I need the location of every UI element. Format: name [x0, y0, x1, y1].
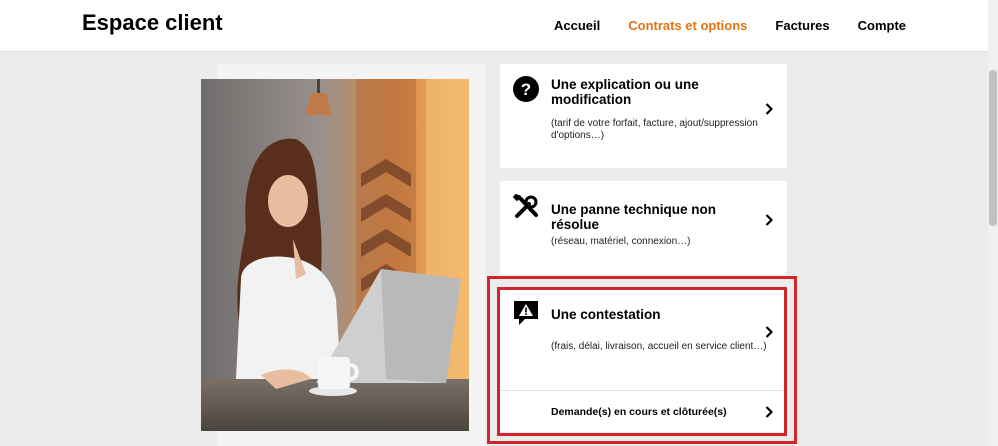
- chevron-right-icon: [765, 103, 773, 115]
- card-description: (réseau, matériel, connexion…): [551, 236, 691, 247]
- woman-laptop-photo: [201, 79, 469, 431]
- card-panne-technique[interactable]: Une panne technique non résolue (réseau,…: [500, 181, 787, 275]
- nav-item-accueil[interactable]: Accueil: [554, 18, 600, 33]
- svg-text:?: ?: [521, 80, 531, 99]
- page-title: Espace client: [82, 10, 223, 35]
- nav-item-compte[interactable]: Compte: [858, 18, 906, 33]
- nav-item-factures[interactable]: Factures: [775, 18, 829, 33]
- card-explication[interactable]: ? Une explication ou une modification (t…: [500, 64, 787, 168]
- card-description: (tarif de votre forfait, facture, ajout/…: [551, 118, 758, 141]
- card-title: Une explication ou une modification: [551, 77, 699, 107]
- tools-icon: [513, 194, 538, 218]
- question-circle-icon: ?: [513, 76, 539, 102]
- page-scrollbar[interactable]: [988, 0, 998, 446]
- main-nav: Accueil Contrats et options Factures Com…: [554, 18, 906, 33]
- chevron-right-icon: [765, 214, 773, 226]
- nav-item-contrats-et-options[interactable]: Contrats et options: [628, 18, 747, 33]
- highlight-box-inner: [497, 287, 787, 436]
- card-title: Une panne technique non résolue: [551, 202, 717, 232]
- site-header: Espace client Accueil Contrats et option…: [0, 0, 988, 52]
- scrollbar-thumb[interactable]: [989, 70, 997, 226]
